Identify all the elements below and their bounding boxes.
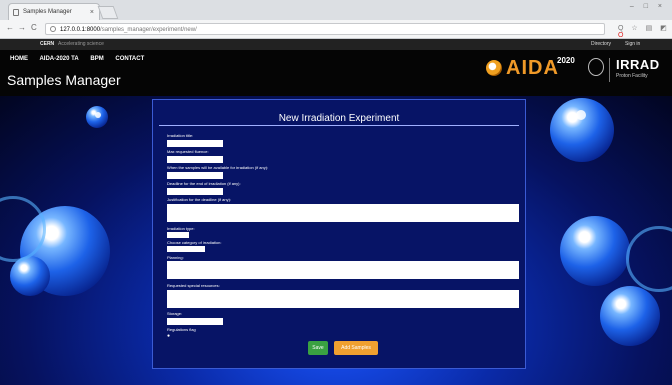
label-justification: Justification for the deadline (if any): bbox=[167, 197, 232, 202]
site-title: Samples Manager bbox=[7, 72, 121, 88]
site-header: HOME AIDA-2020 TA BPM CONTACT Samples Ma… bbox=[0, 50, 672, 96]
label-max-fluence: Max requested fluence: bbox=[167, 149, 209, 154]
url-path: /samples_manager/experiment/new/ bbox=[100, 27, 197, 33]
add-samples-button[interactable]: Add Samples bbox=[334, 341, 378, 355]
cern-seal-icon bbox=[588, 58, 604, 76]
browser-tab-strip: Samples Manager × – □ × bbox=[0, 0, 672, 20]
aida-swirl-icon bbox=[486, 60, 502, 76]
sphere-decoration bbox=[550, 98, 614, 162]
irradiation-title-input[interactable] bbox=[167, 140, 223, 147]
label-category: Choose category of irradiation: bbox=[167, 240, 222, 245]
new-tab-button[interactable] bbox=[97, 6, 119, 19]
menu-item-bpm[interactable]: BPM bbox=[90, 56, 103, 62]
sign-in-link[interactable]: Sign in bbox=[625, 39, 640, 50]
browser-tab[interactable]: Samples Manager × bbox=[8, 3, 100, 20]
close-tab-icon[interactable]: × bbox=[90, 4, 94, 21]
light-decoration bbox=[576, 110, 586, 120]
opera-icon[interactable]: O bbox=[618, 32, 626, 39]
irrad-logo-text: IRRAD bbox=[616, 57, 660, 72]
reload-icon[interactable]: C bbox=[31, 23, 37, 32]
planning-textarea[interactable] bbox=[167, 261, 519, 279]
back-icon[interactable]: ← bbox=[6, 23, 14, 32]
sphere-decoration bbox=[600, 286, 660, 346]
sphere-decoration bbox=[10, 256, 50, 296]
irrad-logo-subtext: Proton Facility bbox=[616, 73, 648, 79]
max-fluence-input[interactable] bbox=[167, 156, 223, 163]
special-resources-textarea[interactable] bbox=[167, 290, 519, 308]
toolbar-icons[interactable]: Q ☆ ▤ ◩ bbox=[618, 25, 670, 32]
title-divider bbox=[159, 125, 519, 126]
url-host: 127.0.0.1:8000 bbox=[60, 27, 101, 33]
menu-item-aida[interactable]: AIDA-2020 TA bbox=[39, 56, 78, 62]
label-storage: Storage: bbox=[167, 311, 183, 316]
cern-toolbar: CERN Accelerating science Directory Sign… bbox=[0, 39, 672, 50]
label-irradiation-title: Irradiation title: bbox=[167, 133, 194, 138]
label-regulations-flag: Regulations flag bbox=[167, 327, 196, 332]
aida-logo: AIDA 2020 bbox=[486, 56, 581, 82]
label-deadline: Deadline for the end of irradiation (if … bbox=[167, 181, 241, 186]
window-controls[interactable]: – □ × bbox=[630, 3, 666, 10]
tab-title: Samples Manager bbox=[23, 9, 72, 15]
browser-toolbar: ← → C 127.0.0.1:8000/samples_manager/exp… bbox=[0, 20, 672, 39]
cern-tagline: Accelerating science bbox=[58, 41, 104, 47]
address-bar[interactable]: 127.0.0.1:8000/samples_manager/experimen… bbox=[45, 23, 605, 35]
directory-link[interactable]: Directory bbox=[591, 39, 611, 50]
forward-icon[interactable]: → bbox=[18, 23, 26, 32]
menu-item-contact[interactable]: CONTACT bbox=[115, 56, 144, 62]
form-title: New Irradiation Experiment bbox=[278, 113, 400, 124]
sphere-decoration bbox=[560, 216, 630, 286]
irrad-logo: IRRAD Proton Facility bbox=[616, 56, 660, 79]
label-planning: Planning: bbox=[167, 255, 184, 260]
storage-input[interactable] bbox=[167, 318, 223, 325]
irradiation-type-select[interactable] bbox=[167, 232, 189, 238]
main-menu: HOME AIDA-2020 TA BPM CONTACT bbox=[10, 56, 154, 62]
aida-logo-year: 2020 bbox=[557, 56, 575, 65]
ring-decoration bbox=[626, 226, 672, 292]
label-samples-available: When the samples will be available for i… bbox=[167, 165, 269, 170]
label-irradiation-type: Irradiation type: bbox=[167, 226, 195, 231]
site-info-icon[interactable] bbox=[50, 26, 56, 32]
regulations-flag-checkbox[interactable]: ● bbox=[167, 333, 170, 339]
page-favicon-icon bbox=[13, 9, 19, 16]
category-select[interactable] bbox=[167, 246, 205, 252]
logo-divider bbox=[609, 58, 610, 82]
menu-item-home[interactable]: HOME bbox=[10, 56, 28, 62]
aida-logo-text: AIDA bbox=[506, 57, 559, 79]
samples-available-input[interactable] bbox=[167, 172, 223, 179]
label-special-resources: Requested special resources: bbox=[167, 283, 220, 288]
save-button[interactable]: Save bbox=[308, 341, 328, 355]
cern-link[interactable]: CERN bbox=[40, 39, 54, 50]
new-experiment-form: New Irradiation Experiment Irradiation t… bbox=[152, 99, 526, 369]
extension-icons[interactable]: Q ☆ ▤ ◩ O bbox=[618, 24, 672, 39]
justification-textarea[interactable] bbox=[167, 204, 519, 222]
light-decoration bbox=[95, 112, 101, 118]
deadline-input[interactable] bbox=[167, 188, 223, 195]
